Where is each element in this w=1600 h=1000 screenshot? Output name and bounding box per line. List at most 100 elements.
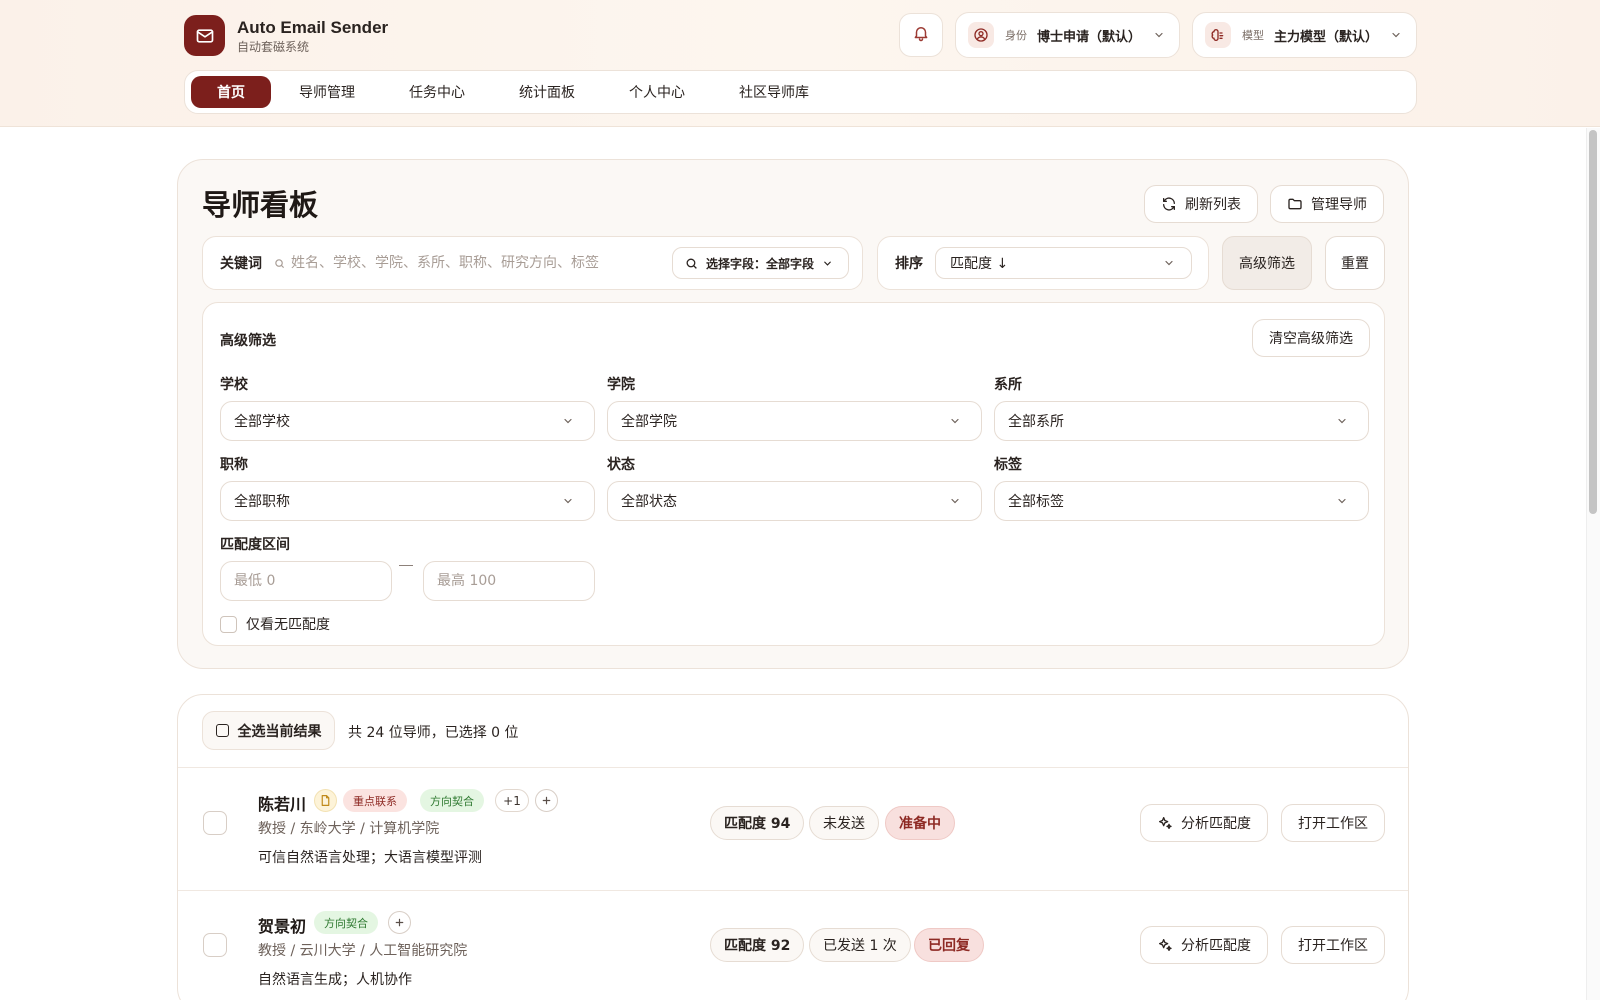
bell-icon: [912, 24, 930, 46]
sort-label: 排序: [895, 256, 923, 272]
no-score-checkbox[interactable]: [220, 615, 237, 633]
chevron-down-icon: [949, 495, 961, 507]
advisor-research: 自然语言生成；人机协作: [258, 972, 412, 988]
notification-button[interactable]: [899, 13, 943, 57]
nav-advisor-management[interactable]: 导师管理: [273, 76, 381, 108]
chevron-down-icon: [949, 415, 961, 427]
department-filter-value: 全部系所: [1008, 414, 1064, 430]
row-checkbox[interactable]: [203, 811, 227, 835]
search-icon: [274, 258, 285, 269]
score-min-input[interactable]: [220, 561, 392, 601]
school-filter-select[interactable]: 全部学校: [220, 401, 595, 441]
send-status-badge: 未发送: [809, 806, 879, 840]
progress-status-badge: 已回复: [914, 928, 984, 962]
chevron-down-icon: [1163, 257, 1175, 269]
nav-profile[interactable]: 个人中心: [603, 76, 711, 108]
identity-label: 身份: [1005, 29, 1027, 42]
open-workspace-button[interactable]: 打开工作区: [1281, 926, 1385, 964]
college-filter-label: 学院: [607, 377, 635, 393]
sparkle-icon: [1157, 815, 1173, 831]
document-icon[interactable]: [314, 789, 337, 812]
nav-community-library[interactable]: 社区导师库: [713, 76, 835, 108]
send-status-badge: 已发送 1 次: [809, 928, 911, 962]
table-row: 陈若川 重点联系 方向契合 +1 教授 / 东岭大学 / 计算机学院 可信自然语…: [178, 769, 1408, 891]
identity-selector[interactable]: 身份 博士申请（默认）: [955, 12, 1180, 58]
keyword-label: 关键词: [220, 256, 262, 272]
tag-filter-value: 全部标签: [1008, 494, 1064, 510]
select-all-button[interactable]: 全选当前结果: [202, 711, 335, 750]
folder-icon: [1287, 196, 1303, 212]
title-filter-select[interactable]: 全部职称: [220, 481, 595, 521]
refresh-label: 刷新列表: [1185, 197, 1241, 213]
chevron-down-icon: [1390, 29, 1402, 41]
advisor-name[interactable]: 陈若川: [258, 791, 306, 815]
refresh-button[interactable]: 刷新列表: [1144, 185, 1258, 223]
sort-control: 排序 匹配度 ↓: [877, 236, 1209, 290]
title-filter-label: 职称: [220, 457, 248, 473]
manage-advisors-button[interactable]: 管理导师: [1270, 185, 1384, 223]
open-workspace-button[interactable]: 打开工作区: [1281, 804, 1385, 842]
tag-filter-select[interactable]: 全部标签: [994, 481, 1369, 521]
match-score-badge: 匹配度 92: [710, 928, 805, 962]
analyze-match-button[interactable]: 分析匹配度: [1140, 804, 1268, 842]
search-input[interactable]: [291, 255, 671, 271]
sort-select[interactable]: 匹配度 ↓: [935, 247, 1192, 279]
score-range-label: 匹配度区间: [220, 537, 290, 553]
analyze-label: 分析匹配度: [1181, 938, 1251, 954]
advisor-list: 全选当前结果 共 24 位导师，已选择 0 位 陈若川 重点联系 方向契合 +1…: [177, 694, 1409, 1000]
list-header: 全选当前结果 共 24 位导师，已选择 0 位: [178, 695, 1408, 768]
clear-advanced-filter-button[interactable]: 清空高级筛选: [1252, 319, 1370, 357]
select-all-label: 全选当前结果: [237, 723, 322, 740]
advanced-filter-button[interactable]: 高级筛选: [1222, 236, 1312, 290]
main-nav: 首页 导师管理 任务中心 统计面板 个人中心 社区导师库: [184, 70, 1417, 114]
nav-task-center[interactable]: 任务中心: [383, 76, 491, 108]
keyword-search: 关键词 选择字段：全部字段: [202, 236, 863, 290]
advisor-meta: 教授 / 云川大学 / 人工智能研究院: [258, 943, 468, 959]
add-tag-button[interactable]: [388, 911, 411, 934]
college-filter-select[interactable]: 全部学院: [607, 401, 982, 441]
no-score-checkbox-row[interactable]: 仅看无匹配度: [220, 614, 330, 634]
manage-label: 管理导师: [1311, 197, 1367, 213]
nav-statistics[interactable]: 统计面板: [493, 76, 601, 108]
department-filter-select[interactable]: 全部系所: [994, 401, 1369, 441]
row-checkbox[interactable]: [203, 933, 227, 957]
status-filter-select[interactable]: 全部状态: [607, 481, 982, 521]
nav-home[interactable]: 首页: [191, 76, 271, 108]
reset-button[interactable]: 重置: [1325, 236, 1385, 290]
scrollbar-thumb[interactable]: [1589, 130, 1597, 514]
match-score-badge: 匹配度 94: [710, 806, 805, 840]
app-header: Auto Email Sender 自动套磁系统 身份 博士申请（默认） 模型 …: [0, 0, 1600, 127]
result-count: 共 24 位导师，已选择 0 位: [348, 725, 519, 741]
advanced-filter-title: 高级筛选: [220, 333, 276, 349]
search-icon: [685, 257, 698, 270]
model-label: 模型: [1242, 29, 1264, 42]
school-filter-label: 学校: [220, 377, 248, 393]
advisor-name[interactable]: 贺景初: [258, 913, 306, 937]
title-filter-value: 全部职称: [234, 494, 290, 510]
plus-icon: [394, 917, 405, 928]
advanced-filter-panel: 高级筛选 清空高级筛选 学校 全部学校 学院 全部学院 系所 全部系所 职称 全…: [202, 302, 1385, 646]
field-selector[interactable]: 选择字段：全部字段: [672, 247, 849, 279]
add-tag-button[interactable]: [535, 789, 558, 812]
sort-value: 匹配度 ↓: [950, 256, 1009, 272]
no-score-label: 仅看无匹配度: [246, 617, 330, 633]
brain-icon: [1205, 22, 1231, 48]
chevron-down-icon: [1336, 495, 1348, 507]
analyze-match-button[interactable]: 分析匹配度: [1140, 926, 1268, 964]
tag-filter-label: 标签: [994, 457, 1022, 473]
sparkle-icon: [1157, 937, 1173, 953]
department-filter-label: 系所: [994, 377, 1022, 393]
school-filter-value: 全部学校: [234, 414, 290, 430]
tag-badge: 方向契合: [314, 911, 378, 934]
brand: Auto Email Sender 自动套磁系统: [184, 15, 388, 56]
progress-status-badge: 准备中: [885, 806, 955, 840]
plus-icon: [541, 795, 552, 806]
chevron-down-icon: [562, 495, 574, 507]
model-selector[interactable]: 模型 主力模型（默认）: [1192, 12, 1417, 58]
advisor-board: 导师看板 刷新列表 管理导师 关键词 选择字段：全部字段 排序: [177, 159, 1409, 669]
app-subtitle: 自动套磁系统: [237, 39, 310, 54]
score-max-input[interactable]: [423, 561, 595, 601]
mail-icon: [184, 15, 225, 56]
identity-value: 博士申请（默认）: [1037, 29, 1142, 45]
more-tags-badge[interactable]: +1: [495, 789, 529, 812]
